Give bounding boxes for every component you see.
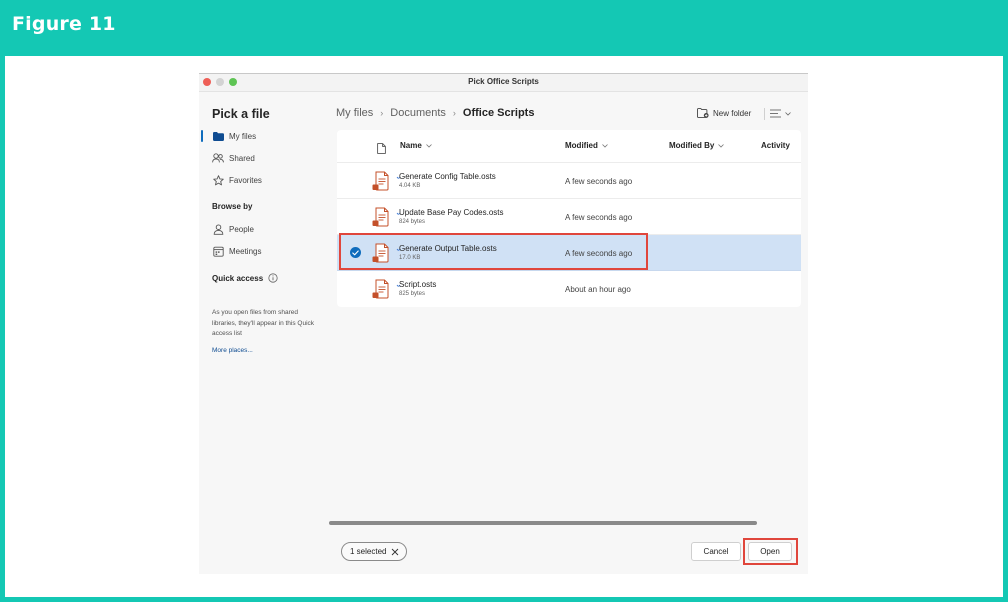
chevron-down-icon bbox=[426, 143, 432, 148]
chevron-down-icon bbox=[602, 143, 608, 148]
person-icon bbox=[212, 223, 224, 235]
active-indicator bbox=[201, 130, 203, 142]
new-folder-button[interactable]: New folder bbox=[697, 108, 751, 118]
column-header-name[interactable]: Name bbox=[400, 141, 432, 150]
file-size: 4.04 KB bbox=[399, 183, 421, 189]
cancel-button[interactable]: Cancel bbox=[691, 542, 741, 561]
view-options-button[interactable] bbox=[770, 109, 791, 118]
sidebar-item-people[interactable]: People bbox=[212, 222, 254, 236]
dialog-title: Pick Office Scripts bbox=[468, 77, 539, 86]
column-modified-by-label: Modified By bbox=[669, 141, 715, 150]
calendar-icon bbox=[212, 245, 224, 257]
column-header-modified-by[interactable]: Modified By bbox=[669, 141, 725, 150]
selection-count: 1 selected bbox=[350, 547, 387, 556]
info-icon[interactable] bbox=[268, 273, 278, 283]
sidebar-item-label: Shared bbox=[229, 153, 255, 163]
chevron-down-icon bbox=[718, 143, 725, 148]
file-name: Generate Output Table.osts bbox=[399, 244, 497, 253]
column-activity-label: Activity bbox=[761, 141, 790, 150]
sidebar-heading: Pick a file bbox=[212, 107, 270, 121]
file-modified: A few seconds ago bbox=[565, 177, 633, 186]
file-list: Name Modified Modified By Activity Gener… bbox=[337, 130, 801, 307]
close-icon[interactable] bbox=[391, 548, 399, 556]
quick-access-label: Quick access bbox=[212, 273, 264, 283]
file-list-header: Name Modified Modified By Activity bbox=[337, 130, 801, 163]
office-script-file-icon bbox=[372, 207, 390, 232]
breadcrumb-current: Office Scripts bbox=[462, 107, 535, 119]
file-type-icon[interactable] bbox=[377, 141, 386, 159]
dialog-titlebar: Pick Office Scripts bbox=[199, 74, 808, 92]
column-name-label: Name bbox=[400, 141, 422, 150]
star-icon bbox=[212, 174, 224, 186]
list-view-icon bbox=[770, 109, 781, 118]
sidebar-item-label: Favorites bbox=[229, 175, 262, 185]
sidebar-item-label: People bbox=[229, 224, 254, 234]
sidebar-item-label: Meetings bbox=[229, 246, 262, 256]
new-folder-icon bbox=[697, 108, 709, 118]
new-folder-label: New folder bbox=[713, 108, 752, 118]
file-name: Script.osts bbox=[399, 280, 437, 289]
file-modified: A few seconds ago bbox=[565, 213, 633, 222]
column-modified-label: Modified bbox=[565, 141, 598, 150]
chevron-down-icon bbox=[785, 111, 791, 116]
office-script-file-icon bbox=[372, 243, 390, 268]
file-row[interactable]: Update Base Pay Codes.osts 824 bytes A f… bbox=[337, 199, 801, 235]
file-size: 825 bytes bbox=[399, 291, 426, 297]
figure-header: Figure 11 bbox=[0, 0, 1008, 56]
breadcrumb-my-files[interactable]: My files bbox=[336, 107, 373, 119]
selection-chip[interactable]: 1 selected bbox=[341, 542, 408, 561]
sidebar-item-label: My files bbox=[229, 131, 257, 141]
sidebar: Pick a file My files Shared Favorites Br… bbox=[199, 93, 324, 574]
file-row-selected[interactable]: Generate Output Table.osts 17.0 KB A few… bbox=[337, 235, 801, 271]
column-header-modified[interactable]: Modified bbox=[565, 141, 608, 150]
file-row[interactable]: Script.osts 825 bytes About an hour ago bbox=[337, 271, 801, 307]
file-row[interactable]: Generate Config Table.osts 4.04 KB A few… bbox=[337, 163, 801, 199]
breadcrumb-documents[interactable]: Documents bbox=[390, 107, 446, 119]
file-size: 824 bytes bbox=[399, 219, 426, 225]
file-size: 17.0 KB bbox=[399, 255, 421, 261]
file-picker-dialog: Pick Office Scripts Pick a file My files… bbox=[199, 73, 808, 574]
office-script-file-icon bbox=[372, 171, 390, 196]
column-header-activity[interactable]: Activity bbox=[761, 141, 790, 150]
file-name: Update Base Pay Codes.osts bbox=[399, 208, 504, 217]
sidebar-item-meetings[interactable]: Meetings bbox=[212, 244, 261, 258]
more-places-link[interactable]: More places... bbox=[212, 347, 253, 354]
open-button[interactable]: Open bbox=[748, 542, 792, 561]
quick-access-heading: Quick access bbox=[212, 273, 278, 283]
people-icon bbox=[212, 152, 224, 164]
file-modified: A few seconds ago bbox=[565, 249, 633, 258]
browse-by-heading: Browse by bbox=[212, 202, 253, 211]
breadcrumb: My files › Documents › Office Scripts bbox=[336, 107, 534, 119]
sidebar-item-my-files[interactable]: My files bbox=[212, 129, 256, 143]
folder-icon bbox=[212, 130, 224, 142]
chevron-right-icon: › bbox=[380, 108, 384, 118]
sidebar-item-shared[interactable]: Shared bbox=[212, 151, 255, 165]
horizontal-scrollbar[interactable] bbox=[329, 521, 757, 525]
quick-access-note: As you open files from shared libraries,… bbox=[212, 309, 315, 337]
figure-title: Figure 11 bbox=[12, 13, 116, 35]
sidebar-item-favorites[interactable]: Favorites bbox=[212, 173, 262, 187]
office-script-file-icon bbox=[372, 279, 390, 304]
chevron-right-icon: › bbox=[452, 108, 456, 118]
toolbar-divider bbox=[764, 108, 765, 120]
checkmark-icon[interactable] bbox=[350, 247, 361, 258]
file-modified: About an hour ago bbox=[565, 285, 631, 294]
file-name: Generate Config Table.osts bbox=[399, 172, 496, 181]
